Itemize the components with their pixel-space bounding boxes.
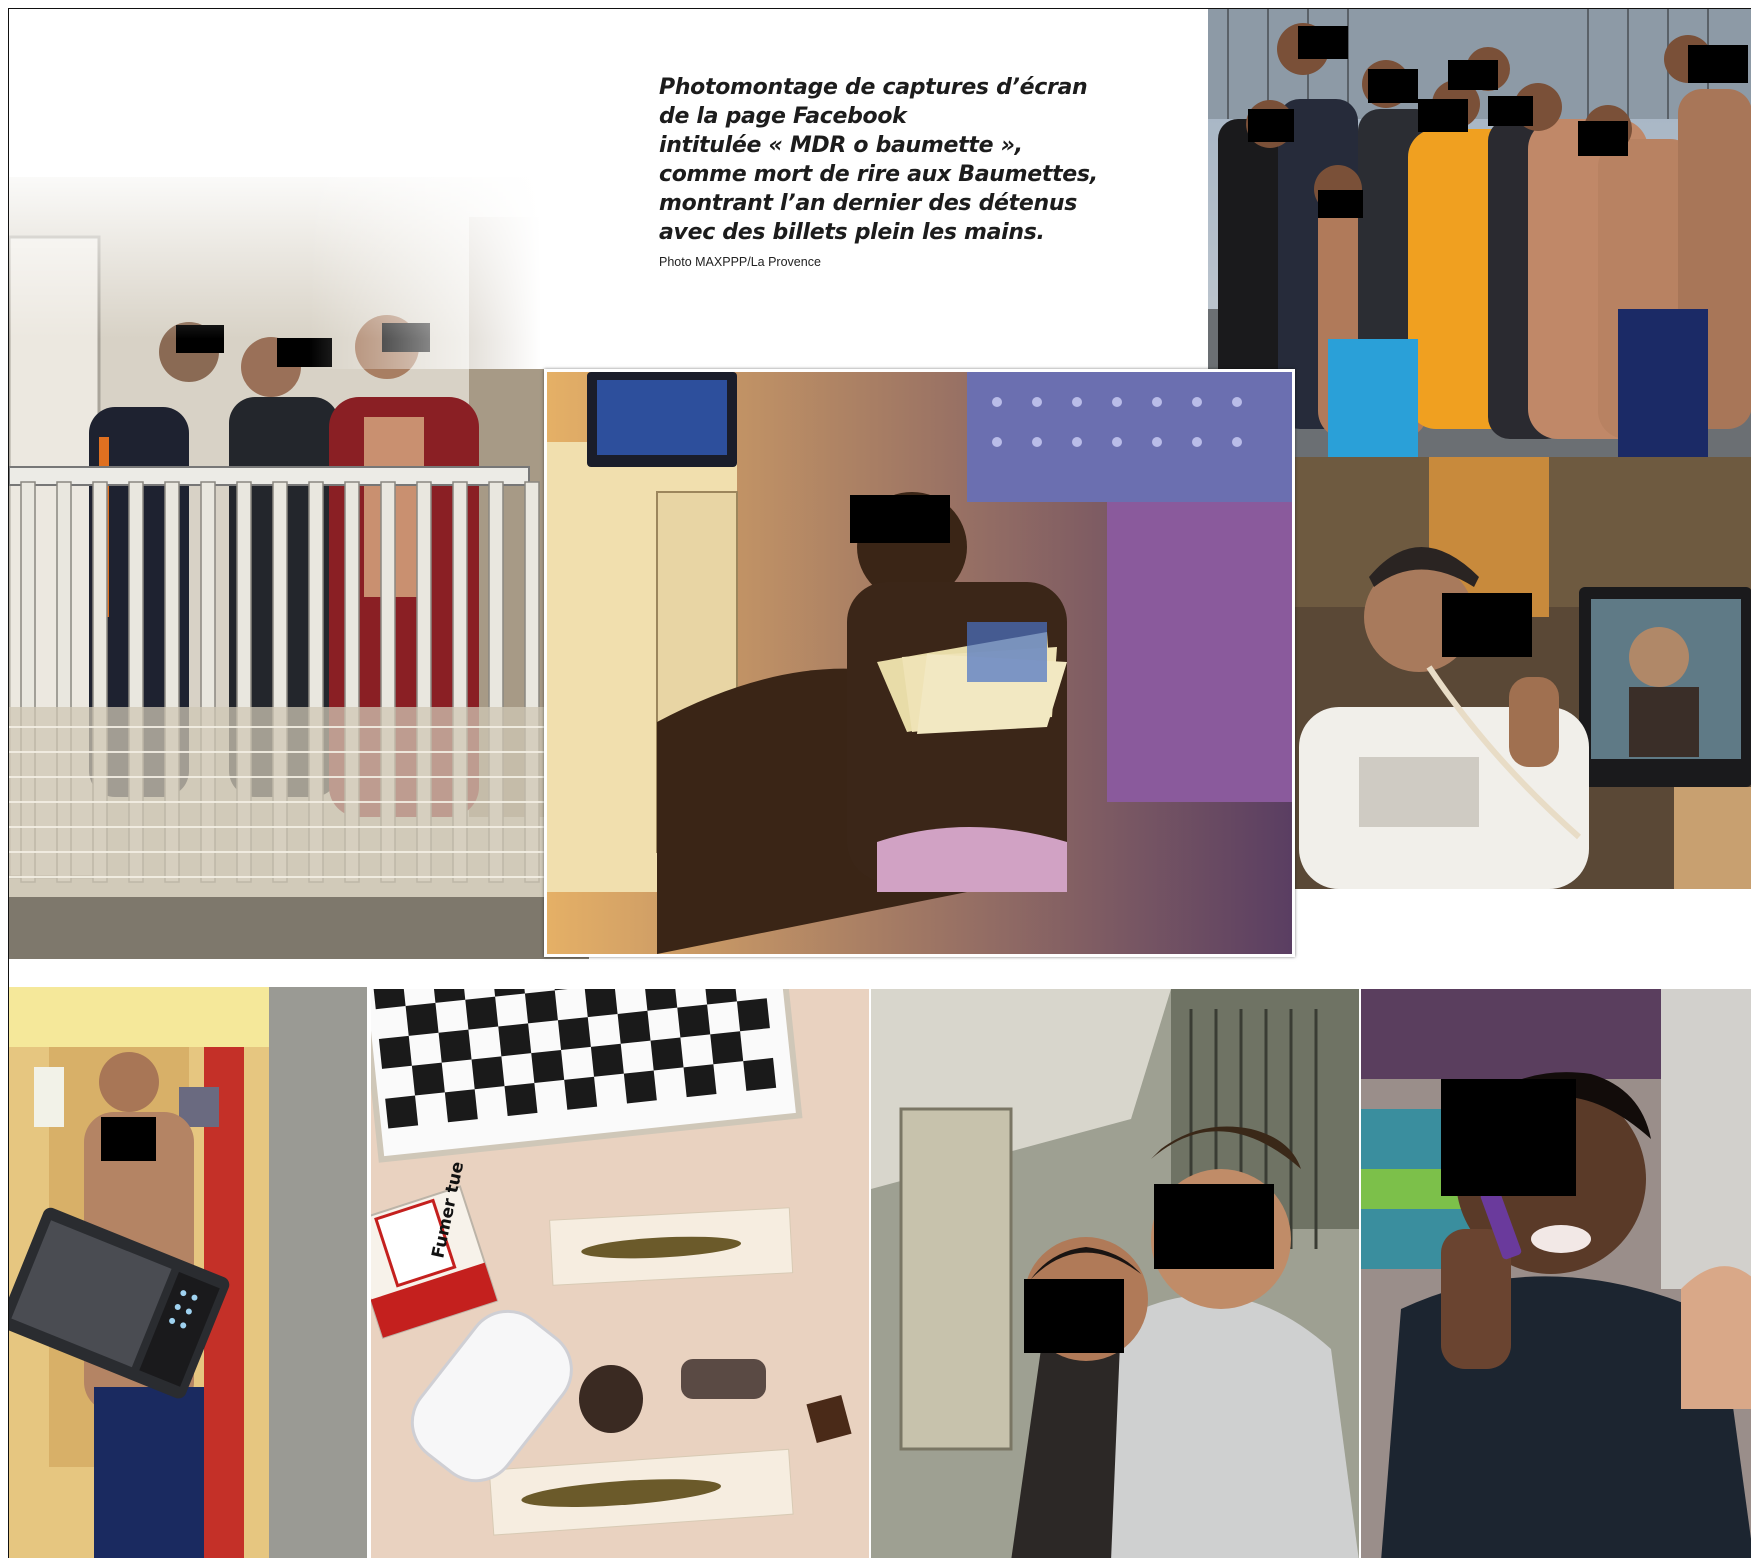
censor-bar <box>1248 109 1294 142</box>
photo-caption: Photomontage de captures d’écran de la p… <box>659 73 1119 269</box>
censor-bar <box>1488 96 1533 126</box>
censor-bar <box>382 323 430 352</box>
censor-bar <box>1154 1184 1274 1269</box>
censor-bar <box>1442 593 1532 657</box>
photomontage-frame: Photomontage de captures d’écran de la p… <box>8 8 1751 1558</box>
censor-bar <box>1298 26 1348 59</box>
censor-bar <box>1318 190 1363 218</box>
censor-bar <box>1578 121 1628 156</box>
photo-corridor-selfie <box>869 987 1359 1558</box>
censor-bar <box>1368 69 1418 103</box>
photo-table-items: Fumer tue <box>369 987 869 1558</box>
censor-bar <box>1024 1279 1124 1353</box>
censor-bar <box>101 1117 156 1161</box>
censor-bar <box>1418 99 1468 132</box>
censor-bar <box>1448 60 1498 90</box>
censor-bar <box>850 495 950 543</box>
photo-balcony-trio <box>9 177 589 959</box>
photo-cell-money <box>544 369 1295 957</box>
caption-text: Photomontage de captures d’écran de la p… <box>659 75 1098 245</box>
photo-credit: Photo MAXPPP/La Provence <box>659 255 821 269</box>
censor-bar <box>1688 45 1748 83</box>
censor-bar <box>277 338 332 367</box>
censor-bar <box>176 325 224 353</box>
photo-microwave <box>9 987 367 1558</box>
photo-phone-thumbs <box>1359 987 1751 1558</box>
censor-bar <box>1441 1079 1576 1196</box>
photo-cell-tv <box>1279 457 1751 889</box>
